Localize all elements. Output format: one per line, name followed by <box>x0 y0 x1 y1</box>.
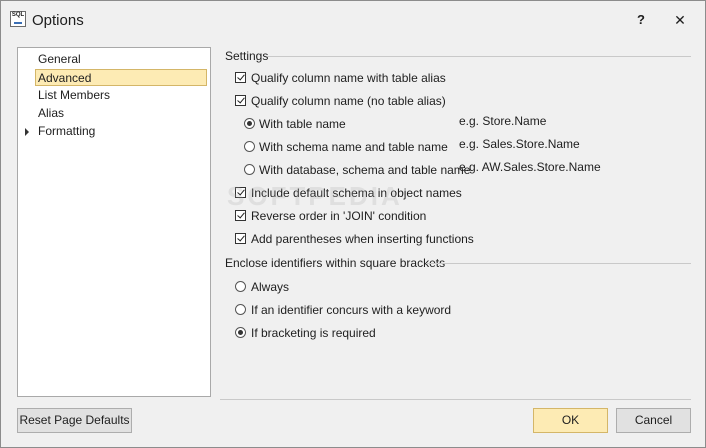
brackets-group-header: Enclose identifiers within square bracke… <box>225 256 446 270</box>
ok-button[interactable]: OK <box>533 408 608 433</box>
with-table-name-radio[interactable] <box>244 118 255 129</box>
bracket-keyword-radio[interactable] <box>235 304 246 315</box>
add-parentheses-checkbox[interactable] <box>235 233 246 244</box>
bracket-always-label[interactable]: Always <box>251 280 289 294</box>
settings-group-header: Settings <box>225 49 269 63</box>
with-schema-table-label[interactable]: With schema name and table name <box>259 140 448 154</box>
footer-divider <box>220 399 691 400</box>
bracket-required-label[interactable]: If bracketing is required <box>251 326 376 340</box>
include-default-schema-checkbox[interactable] <box>235 187 246 198</box>
nav-item-alias[interactable]: Alias <box>36 105 66 122</box>
cancel-button[interactable]: Cancel <box>616 408 691 433</box>
reverse-join-order-checkbox[interactable] <box>235 210 246 221</box>
with-schema-table-radio[interactable] <box>244 141 255 152</box>
app-icon-text: SQL <box>11 12 25 18</box>
window-title: Options <box>32 12 84 29</box>
qualify-alias-label[interactable]: Qualify column name with table alias <box>251 71 446 85</box>
reset-page-defaults-button[interactable]: Reset Page Defaults <box>17 408 132 433</box>
nav-item-general[interactable]: General <box>36 51 83 68</box>
with-table-name-label[interactable]: With table name <box>259 117 346 131</box>
settings-divider <box>267 56 691 57</box>
brackets-divider <box>426 263 691 264</box>
help-button[interactable]: ? <box>631 10 651 30</box>
nav-item-list-members[interactable]: List Members <box>36 87 112 104</box>
bracket-required-radio[interactable] <box>235 327 246 338</box>
nav-item-advanced[interactable]: Advanced <box>35 69 207 86</box>
bracket-always-radio[interactable] <box>235 281 246 292</box>
bracket-keyword-label[interactable]: If an identifier concurs with a keyword <box>251 303 451 317</box>
schema-table-example: e.g. Sales.Store.Name <box>459 137 580 151</box>
qualify-no-alias-checkbox[interactable] <box>235 95 246 106</box>
database-schema-table-example: e.g. AW.Sales.Store.Name <box>459 160 601 174</box>
nav-item-formatting[interactable]: Formatting <box>36 123 97 140</box>
expand-arrow-icon[interactable] <box>25 128 29 136</box>
qualify-alias-checkbox[interactable] <box>235 72 246 83</box>
qualify-no-alias-label[interactable]: Qualify column name (no table alias) <box>251 94 446 108</box>
close-button[interactable]: ✕ <box>670 10 690 30</box>
title-bar: SQL Options ? ✕ <box>1 1 705 39</box>
reverse-join-order-label[interactable]: Reverse order in 'JOIN' condition <box>251 209 426 223</box>
with-database-schema-table-radio[interactable] <box>244 164 255 175</box>
app-sql-icon: SQL <box>10 11 26 27</box>
add-parentheses-label[interactable]: Add parentheses when inserting functions <box>251 232 474 246</box>
options-dialog: SQL Options ? ✕ General Advanced List Me… <box>0 0 706 448</box>
options-nav-tree: General Advanced List Members Alias Form… <box>17 47 211 397</box>
table-name-example: e.g. Store.Name <box>459 114 547 128</box>
with-database-schema-table-label[interactable]: With database, schema and table name <box>259 163 470 177</box>
include-default-schema-label[interactable]: Include default schema in object names <box>251 186 462 200</box>
